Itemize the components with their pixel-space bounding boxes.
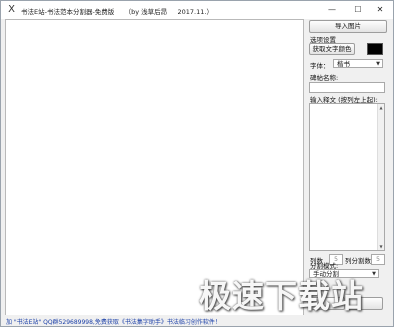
title-bar: X 书法E站-书法范本分割器-免费版 （by 浅草后昂 2017.11.） — … — [1, 1, 393, 19]
font-select[interactable]: 楷书 ▼ — [333, 59, 383, 68]
watermark-logo: 极速下载站 — [199, 277, 365, 315]
chevron-down-icon: ▼ — [372, 271, 376, 277]
column-split-spinner[interactable]: 5 — [371, 254, 385, 265]
get-text-color-button[interactable]: 获取文字颜色 — [309, 43, 355, 55]
textarea-scrollbar[interactable]: ▲ ▼ — [377, 104, 384, 250]
transcription-textarea[interactable]: ▲ ▼ — [309, 103, 385, 251]
close-button[interactable]: ✕ — [367, 1, 393, 19]
scroll-down-icon[interactable]: ▼ — [378, 243, 384, 250]
column-split-label: 列分割数 — [345, 257, 371, 265]
minimize-button[interactable]: — — [319, 1, 345, 19]
chevron-down-icon: ▼ — [376, 61, 380, 67]
window-title: 书法E站-书法范本分割器-免费版 （by 浅草后昂 2017.11.） — [21, 8, 213, 16]
app-window: X 书法E站-书法范本分割器-免费版 （by 浅草后昂 2017.11.） — … — [0, 0, 394, 327]
font-select-value: 楷书 — [337, 60, 350, 68]
inscription-name-input[interactable] — [309, 82, 385, 93]
import-image-button[interactable]: 导入图片 — [309, 20, 387, 33]
app-icon: X — [8, 4, 15, 15]
text-color-swatch[interactable] — [367, 43, 383, 55]
scroll-up-icon[interactable]: ▲ — [378, 104, 384, 111]
inscription-name-label: 碑帖名称: — [310, 74, 339, 82]
status-message[interactable]: 加 "书法E站" QQ群529689998,免费获取《书法集字助手》书法临习创作… — [6, 317, 221, 326]
font-label: 字体： — [310, 62, 330, 70]
